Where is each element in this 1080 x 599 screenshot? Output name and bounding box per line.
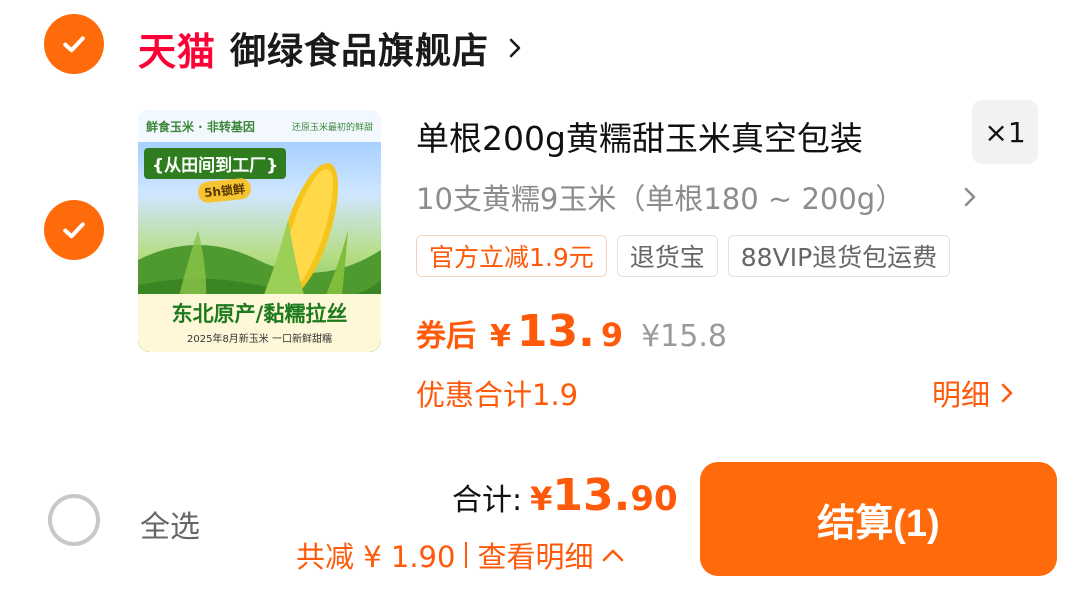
detail-label: 明细 — [932, 378, 991, 412]
savings-row: 共减 ¥ 1.90 查看明细 — [296, 534, 625, 576]
divider — [465, 542, 468, 568]
image-bottom-strip: 东北原产/黏糯拉丝 2025年8月新玉米 一口新鲜甜糯 — [138, 294, 381, 352]
price-decimal: 9 — [600, 316, 624, 354]
total-currency: ¥ — [530, 480, 553, 518]
store-name[interactable]: 御绿食品旗舰店 — [230, 22, 489, 74]
chevron-right-icon — [1001, 383, 1013, 403]
quantity-badge[interactable]: ×1 — [972, 100, 1038, 164]
view-detail-label: 查看明细 — [477, 540, 594, 574]
checkout-button[interactable]: 结算(1) — [700, 462, 1057, 576]
return-tag: 退货宝 — [616, 235, 718, 277]
tmall-logo: 天猫 — [138, 29, 217, 74]
check-icon — [63, 222, 85, 239]
total-row: 合计: ¥ 13. 90 — [452, 470, 678, 521]
store-checkbox[interactable] — [44, 14, 104, 74]
check-icon — [63, 36, 85, 53]
total-savings: 共减 ¥ 1.90 — [296, 540, 456, 574]
image-banner: {从田间到工厂} — [144, 148, 287, 179]
price-integer: 13. — [516, 306, 595, 357]
detail-link[interactable]: 明细 — [932, 372, 1016, 414]
total-label: 合计: — [452, 483, 523, 518]
chevron-right-icon[interactable] — [503, 36, 527, 60]
select-all-radio[interactable] — [48, 494, 100, 546]
item-checkbox[interactable] — [44, 200, 104, 260]
chevron-up-icon — [603, 549, 624, 562]
price-label: 券后 — [416, 319, 476, 354]
view-detail-link[interactable]: 查看明细 — [477, 534, 625, 576]
price-row: 券后 ¥ 13. 9 ¥15.8 — [416, 306, 727, 357]
discount-total: 优惠合计1.9 — [416, 378, 579, 412]
product-image[interactable]: 鲜食玉米 · 非转基因 还原玉米最初的鲜甜 {从田间到工厂} 5h锁鲜 东北原产… — [138, 110, 381, 352]
product-title[interactable]: 单根200g黄糯甜玉米真空包装 — [416, 112, 863, 160]
total-decimal: 90 — [630, 479, 678, 519]
select-all-label[interactable]: 全选 — [140, 502, 200, 546]
currency-symbol: ¥ — [490, 319, 511, 354]
image-top-strip: 鲜食玉米 · 非转基因 还原玉米最初的鲜甜 — [138, 110, 381, 142]
sku-selector[interactable]: 10支黄糯9玉米（单根180 ~ 200g） — [416, 176, 904, 218]
vip-tag: 88VIP退货包运费 — [727, 235, 951, 277]
promo-tag: 官方立减1.9元 — [416, 235, 607, 277]
original-price: ¥15.8 — [641, 319, 727, 354]
tag-list: 官方立减1.9元 退货宝 88VIP退货包运费 — [416, 235, 951, 277]
chevron-right-icon[interactable] — [960, 184, 980, 210]
store-header[interactable]: 天猫 御绿食品旗舰店 — [138, 20, 527, 76]
total-integer: 13. — [552, 470, 631, 521]
